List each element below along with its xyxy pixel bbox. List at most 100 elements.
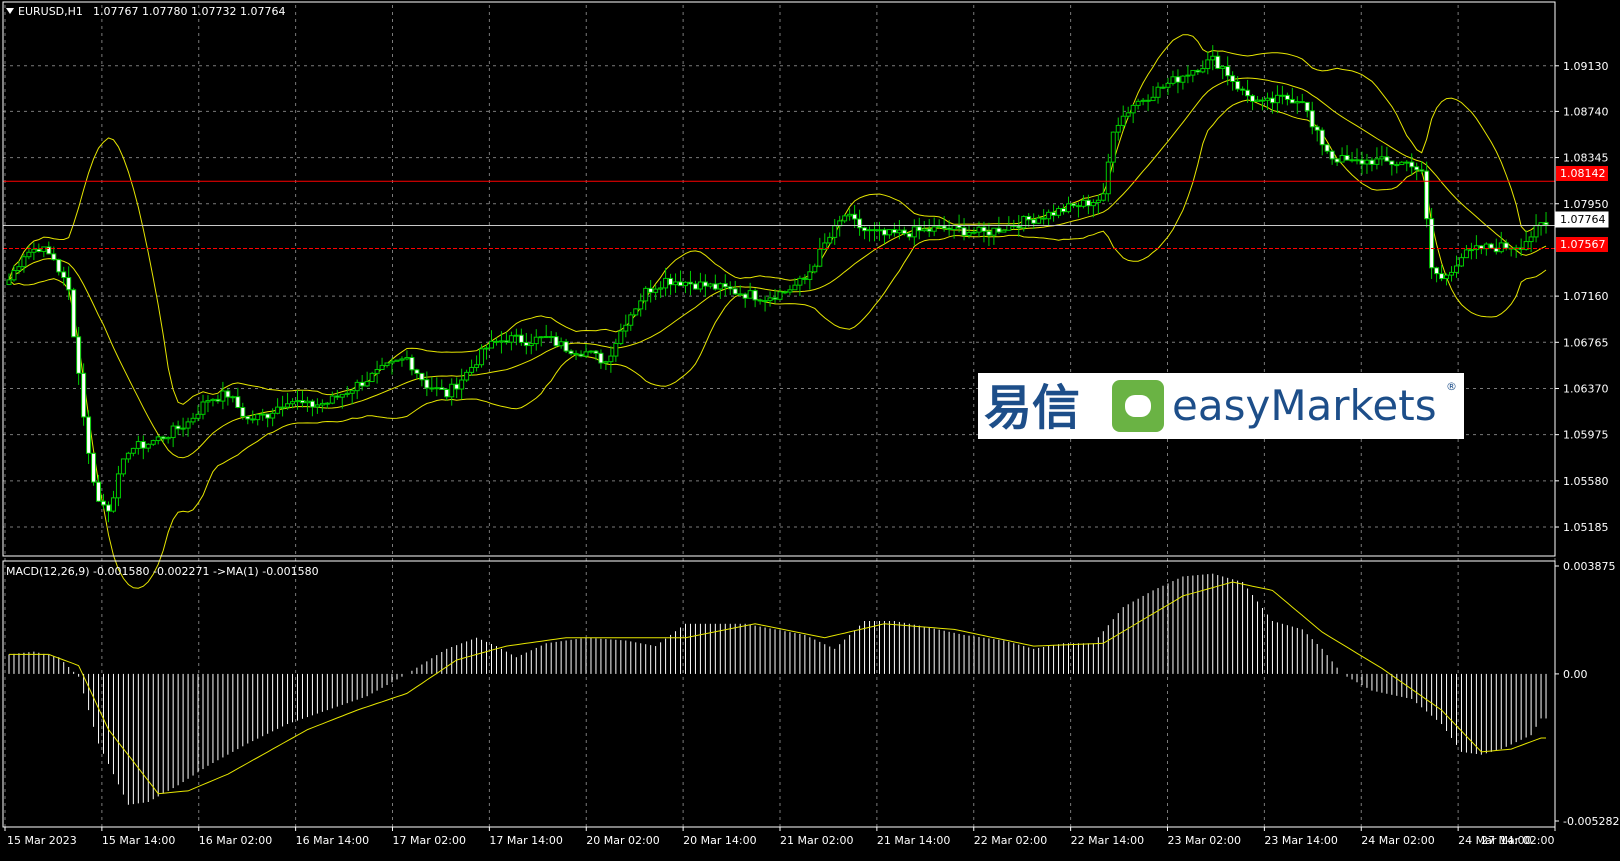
chart-canvas[interactable]: EURUSD,H1 1.07767 1.07780 1.07732 1.0776… (0, 0, 1620, 861)
candle-down (1259, 99, 1265, 102)
candle-down (906, 233, 912, 238)
candle-down (235, 396, 241, 408)
candle-up (1066, 203, 1072, 213)
candle-down (901, 229, 907, 235)
candle-up (1394, 164, 1400, 167)
time-tick-label: 16 Mar 02:00 (199, 834, 272, 847)
candle-up (847, 213, 853, 217)
tag-red-lower: 1.07567 (1556, 237, 1608, 252)
candle-down (712, 283, 718, 290)
candle-up (608, 355, 614, 363)
candle-up (389, 360, 395, 364)
candle-up (1130, 104, 1136, 114)
candle-up (1444, 274, 1450, 280)
candle-up (638, 300, 644, 310)
price-tick-label: 1.06370 (1563, 382, 1609, 395)
candle-up (971, 231, 977, 234)
candle-up (469, 366, 475, 373)
candle-down (419, 372, 425, 381)
candle-up (832, 225, 838, 238)
candle-up (434, 387, 440, 390)
candle-down (692, 283, 698, 290)
candle-up (1080, 199, 1086, 207)
candle-down (1434, 267, 1440, 275)
candle-up (459, 379, 465, 390)
candle-down (852, 213, 858, 220)
candle-up (1150, 96, 1156, 102)
candle-up (682, 281, 688, 287)
candle-up (324, 402, 330, 405)
time-tick-label: 15 Mar 2023 (7, 834, 77, 847)
candle-down (51, 253, 57, 261)
candle-up (190, 417, 196, 423)
candle-down (265, 413, 271, 419)
candle-down (573, 353, 579, 356)
candle-down (91, 452, 97, 483)
candle-down (1384, 156, 1390, 162)
candle-up (747, 290, 753, 299)
candle-down (722, 283, 728, 288)
candle-up (1185, 74, 1191, 77)
candle-down (1319, 129, 1325, 146)
candle-down (1409, 161, 1415, 168)
candle-up (41, 246, 47, 252)
candle-down (105, 504, 111, 512)
candle-up (275, 406, 281, 414)
candle-down (752, 290, 758, 301)
candle-down (1299, 101, 1305, 104)
price-tick-label: 1.05975 (1563, 429, 1609, 442)
candle-down (1031, 219, 1037, 224)
candle-up (653, 288, 659, 293)
logo-registered-mark: ® (1446, 380, 1457, 393)
candle-up (270, 412, 276, 419)
candle-up (110, 497, 116, 512)
candle-up (1056, 208, 1062, 216)
candle-up (1399, 161, 1405, 166)
candle-up (150, 440, 156, 445)
candle-up (1533, 225, 1539, 238)
candle-down (240, 406, 246, 417)
candle-up (1453, 265, 1459, 273)
candle-down (802, 277, 808, 280)
candle-up (777, 291, 783, 300)
candle-up (931, 226, 937, 232)
candle-up (991, 227, 997, 236)
candle-down (493, 340, 499, 343)
candle-down (1235, 80, 1241, 90)
candle-up (623, 324, 629, 332)
candle-down (1026, 215, 1032, 221)
candle-down (250, 418, 256, 421)
candle-up (613, 342, 619, 357)
candle-up (394, 359, 400, 362)
candle-up (1379, 156, 1385, 160)
candle-down (1160, 86, 1166, 89)
candle-up (479, 348, 485, 366)
tag-red-upper: 1.08142 (1556, 166, 1608, 181)
candle-up (673, 281, 679, 286)
time-tick-label: 17 Mar 02:00 (393, 834, 466, 847)
candle-down (359, 381, 365, 387)
candle-up (936, 225, 942, 228)
candle-up (1483, 243, 1489, 250)
candle-up (195, 413, 201, 419)
candle-up (528, 343, 534, 347)
candle-down (439, 387, 445, 390)
candle-up (588, 350, 594, 353)
candle-down (1324, 144, 1330, 152)
candle-up (404, 357, 410, 360)
candle-up (886, 229, 892, 236)
candle-down (872, 229, 878, 232)
candle-down (409, 357, 415, 371)
candle-down (782, 291, 788, 294)
candle-down (986, 230, 992, 236)
candle-down (1309, 110, 1315, 128)
candle-up (488, 340, 494, 349)
candle-up (603, 361, 609, 364)
candle-up (31, 248, 37, 253)
tag-red-lower-label: 1.07567 (1560, 238, 1606, 251)
candle-up (812, 265, 818, 273)
candle-down (862, 227, 868, 232)
candle-down (56, 259, 62, 273)
candle-up (255, 413, 261, 421)
candle-up (1100, 193, 1106, 201)
